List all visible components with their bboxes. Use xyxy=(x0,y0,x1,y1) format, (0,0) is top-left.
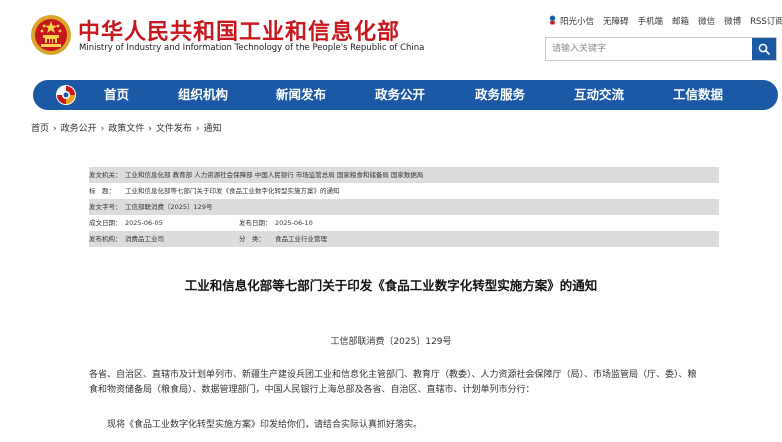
nav-item-gov-services[interactable]: 政务服务 xyxy=(475,80,525,110)
breadcrumb-policy[interactable]: 政策文件 xyxy=(108,124,144,134)
meta-value-org: 消费品工业司 xyxy=(125,235,164,243)
meta-row-title: 标 题： 工业和信息化部等七部门关于印发《食品工业数字化转型实施方案》的通知 xyxy=(89,183,719,199)
document-number: 工信部联消费〔2025〕129号 xyxy=(330,337,452,347)
breadcrumb-gov-affairs[interactable]: 政务公开 xyxy=(61,124,97,134)
meta-value-category: 食品工业行业管理 xyxy=(275,235,327,243)
meta-label: 发文机关： xyxy=(89,171,122,179)
search-icon xyxy=(758,43,770,55)
site-title-en[interactable]: Ministry of Industry and Information Tec… xyxy=(79,43,424,53)
top-link-email[interactable]: 邮箱 xyxy=(672,15,689,27)
meta-value-issuer: 工业和信息化部 教育部 人力资源社会保障部 中国人民银行 市场监管总局 国家粮食… xyxy=(125,171,424,179)
mascot-icon xyxy=(549,15,556,25)
breadcrumb-separator: › xyxy=(195,124,200,134)
breadcrumb-home[interactable]: 首页 xyxy=(31,124,49,134)
meta-row-dates: 成文日期： 2025-06-05 发布日期： 2025-06-10 xyxy=(89,215,719,231)
top-link-wechat[interactable]: 微信 xyxy=(698,15,715,27)
meta-label: 分 类： xyxy=(239,235,265,243)
top-link-rss[interactable]: RSS订阅 xyxy=(750,15,782,27)
main-nav: 首页 组织机构 新闻发布 政务公开 政务服务 互动交流 工信数据 xyxy=(33,80,778,110)
search-box xyxy=(545,37,777,61)
ministry-logo-icon[interactable] xyxy=(55,84,77,106)
national-emblem-icon[interactable] xyxy=(30,14,72,56)
document-title: 工业和信息化部等七部门关于印发《食品工业数字化转型实施方案》的通知 xyxy=(184,278,598,293)
document-addressee: 各省、自治区、直辖市及计划单列市、新疆生产建设兵团工业和信息化主管部门、教育厅（… xyxy=(89,370,697,395)
nav-item-gov-affairs[interactable]: 政务公开 xyxy=(375,80,425,110)
nav-item-news[interactable]: 新闻发布 xyxy=(276,80,326,110)
meta-label: 发布机构： xyxy=(89,235,122,243)
meta-value-date: 2025-06-05 xyxy=(125,219,163,227)
meta-label: 发文字号： xyxy=(89,203,122,211)
top-link-sunshine[interactable]: 阳光小信 xyxy=(548,15,594,27)
meta-row-issuer: 发文机关： 工业和信息化部 教育部 人力资源社会保障部 中国人民银行 市场监管总… xyxy=(89,167,719,183)
top-link-mobile[interactable]: 手机端 xyxy=(638,15,664,27)
meta-row-number: 发文字号： 工信部联消费〔2025〕129号 xyxy=(89,199,719,215)
breadcrumb-notice[interactable]: 通知 xyxy=(204,124,222,134)
breadcrumb-release[interactable]: 文件发布 xyxy=(156,124,192,134)
nav-item-interaction[interactable]: 互动交流 xyxy=(574,80,624,110)
nav-item-organization[interactable]: 组织机构 xyxy=(178,80,228,110)
document-body-paragraph: 现将《食品工业数字化转型实施方案》印发给你们，请结合实际认真抓好落实。 xyxy=(107,420,423,430)
meta-value-title: 工业和信息化部等七部门关于印发《食品工业数字化转型实施方案》的通知 xyxy=(125,187,340,195)
meta-label: 发布日期： xyxy=(239,219,272,227)
search-button[interactable] xyxy=(752,38,776,60)
breadcrumb-separator: › xyxy=(53,124,57,134)
site-title-cn[interactable]: 中华人民共和国工业和信息化部 xyxy=(78,14,400,46)
top-links: 阳光小信 无障碍 手机端 邮箱 微信 微博 RSS订阅 xyxy=(548,15,782,27)
top-link-accessibility[interactable]: 无障碍 xyxy=(603,15,629,27)
search-input[interactable] xyxy=(546,38,751,60)
meta-label: 成文日期： xyxy=(89,219,122,227)
breadcrumb-separator: › xyxy=(100,124,105,134)
meta-value-pub-date: 2025-06-10 xyxy=(275,219,313,227)
breadcrumb-separator: › xyxy=(148,124,152,134)
meta-row-org: 发布机构： 消费品工业司 分 类： 食品工业行业管理 xyxy=(89,231,719,247)
nav-item-home[interactable]: 首页 xyxy=(104,80,129,110)
nav-item-data[interactable]: 工信数据 xyxy=(673,80,723,110)
top-link-label: 阳光小信 xyxy=(560,17,595,27)
breadcrumb: 首页 › 政务公开 › 政策文件 › 文件发布 › 通知 xyxy=(31,121,222,134)
meta-value-number: 工信部联消费〔2025〕129号 xyxy=(125,203,213,211)
top-link-weibo[interactable]: 微博 xyxy=(724,15,741,27)
document-metadata: 发文机关： 工业和信息化部 教育部 人力资源社会保障部 中国人民银行 市场监管总… xyxy=(89,167,719,247)
meta-label: 标 题： xyxy=(89,187,115,195)
